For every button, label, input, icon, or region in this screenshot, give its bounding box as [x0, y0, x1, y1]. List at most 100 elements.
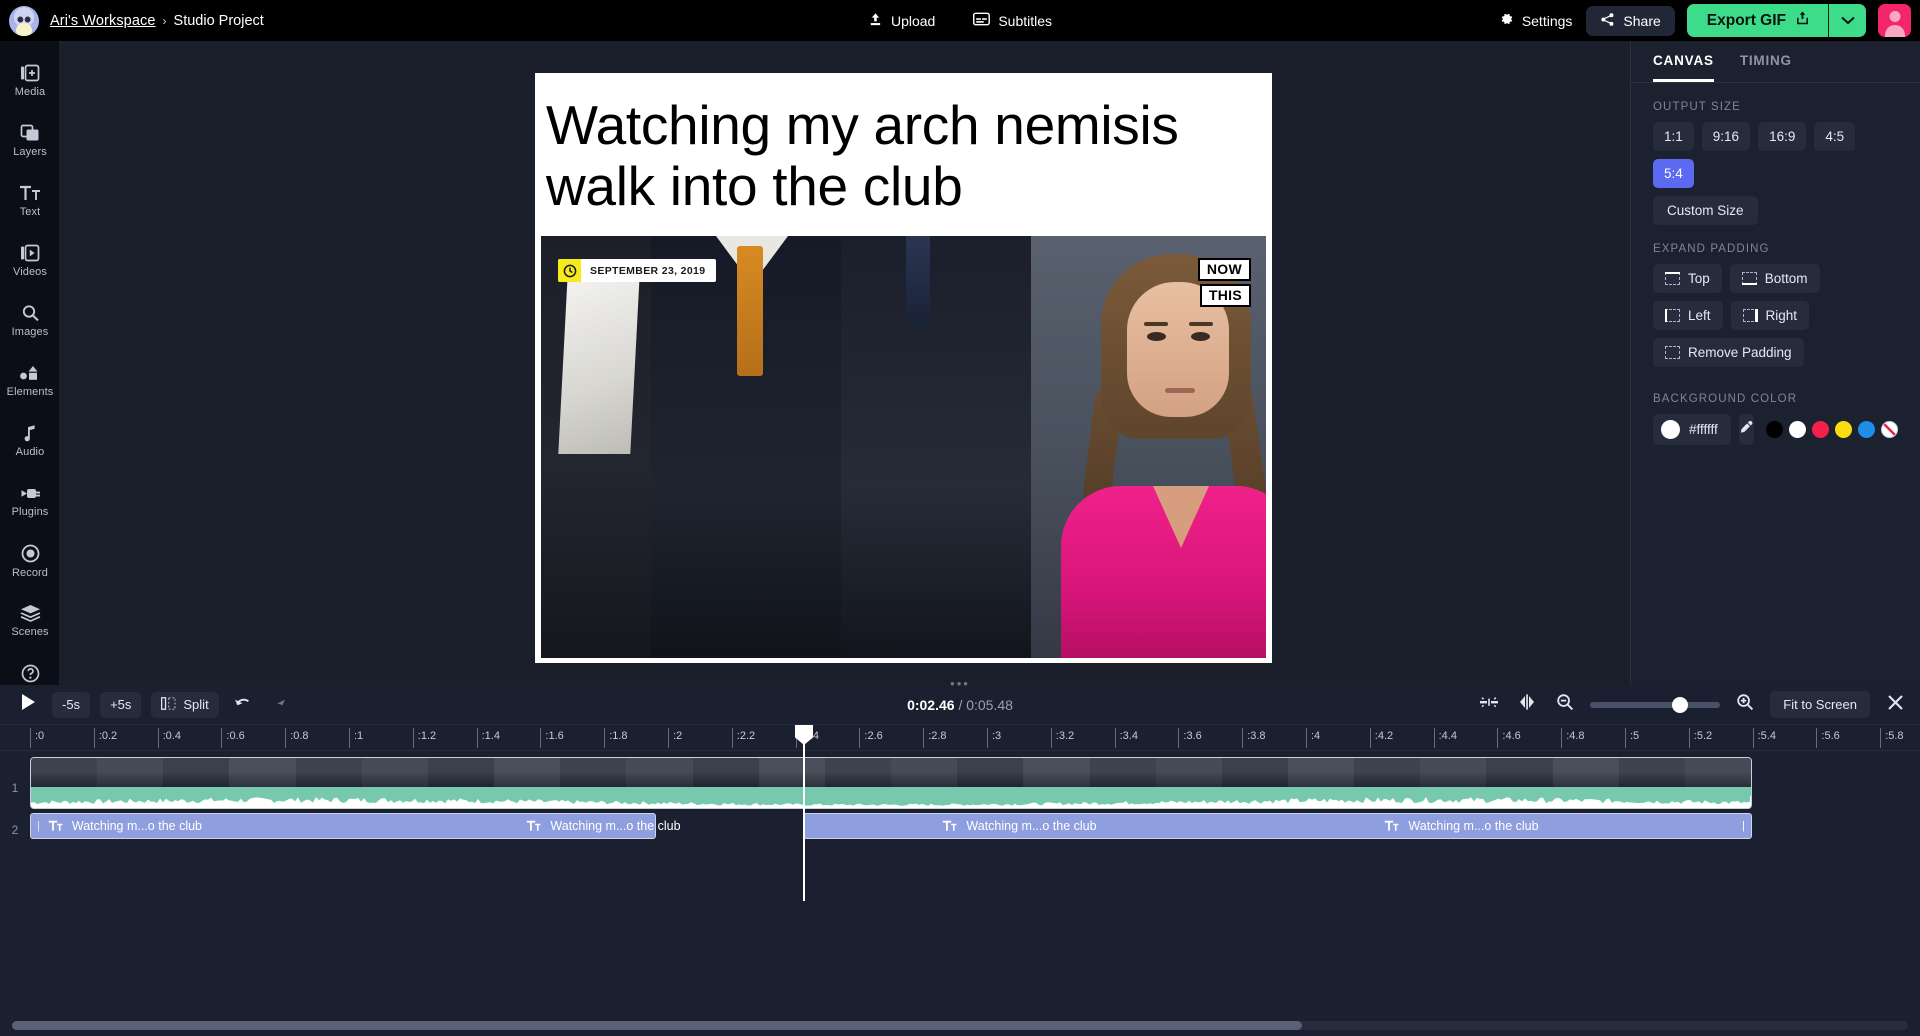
- ruler-tick: :1.2: [413, 728, 436, 748]
- eyedropper-button[interactable]: [1739, 414, 1754, 445]
- swatch-white[interactable]: [1789, 421, 1806, 438]
- redo-button[interactable]: [265, 692, 291, 718]
- redo-icon: [269, 695, 287, 714]
- padding-left-button[interactable]: Left: [1653, 301, 1723, 330]
- split-button[interactable]: Split: [151, 692, 218, 718]
- horizontal-scrollbar-thumb[interactable]: [12, 1021, 1302, 1030]
- ruler-tick: :0.2: [94, 728, 117, 748]
- timeline-drag-handle[interactable]: •••: [950, 676, 970, 691]
- text-type-icon-2: [523, 820, 550, 832]
- swatch-yellow[interactable]: [1835, 421, 1852, 438]
- sidebar-item-videos[interactable]: Videos: [0, 231, 60, 291]
- sidebar-item-images[interactable]: Images: [0, 291, 60, 351]
- playhead[interactable]: [803, 725, 805, 901]
- ratio-4-5-button[interactable]: 4:5: [1814, 122, 1855, 151]
- sidebar-item-audio[interactable]: Audio: [0, 411, 60, 471]
- back-5s-label: -5s: [62, 697, 80, 712]
- zoom-out-button[interactable]: [1552, 692, 1578, 718]
- undo-button[interactable]: [229, 692, 255, 718]
- canvas-video-frame[interactable]: SEPTEMBER 23, 2019 NOW THIS: [541, 236, 1266, 658]
- sidebar-label-audio: Audio: [16, 446, 45, 458]
- tab-timing[interactable]: TIMING: [1740, 53, 1792, 82]
- breadcrumb-separator-icon: ›: [163, 14, 167, 28]
- elements-icon: [19, 365, 41, 382]
- total-time: 0:05.48: [966, 697, 1013, 713]
- sidebar-item-text[interactable]: Text: [0, 171, 60, 231]
- tab-canvas[interactable]: CANVAS: [1653, 53, 1714, 82]
- ruler-tick: :5.8: [1880, 728, 1903, 748]
- custom-size-button[interactable]: Custom Size: [1653, 196, 1758, 225]
- ratio-9-16-button[interactable]: 9:16: [1702, 122, 1750, 151]
- forward-5s-button[interactable]: +5s: [100, 692, 141, 718]
- padding-row-3: Remove Padding: [1631, 338, 1920, 375]
- padding-right-label: Right: [1766, 308, 1798, 323]
- zoom-slider-thumb[interactable]: [1672, 697, 1688, 713]
- user-avatar[interactable]: [1878, 4, 1911, 37]
- zoom-in-button[interactable]: [1732, 692, 1758, 718]
- workspace-logo-avatar: [9, 6, 39, 36]
- clip-left-handle[interactable]: |: [31, 820, 45, 832]
- fit-to-screen-button[interactable]: Fit to Screen: [1770, 691, 1870, 718]
- padding-top-icon: [1665, 272, 1680, 285]
- close-timeline-button[interactable]: [1882, 692, 1908, 718]
- breadcrumb-project-name[interactable]: Studio Project: [174, 13, 264, 29]
- track-number-1: 1: [0, 781, 30, 795]
- back-5s-button[interactable]: -5s: [52, 692, 90, 718]
- sidebar-item-layers[interactable]: Layers: [0, 111, 60, 171]
- zoom-slider[interactable]: [1590, 702, 1720, 708]
- ratio-5-4-button[interactable]: 5:4: [1653, 159, 1694, 188]
- padding-top-button[interactable]: Top: [1653, 264, 1722, 293]
- video-subject-eye-left: [1147, 332, 1166, 341]
- output-size-section-label: OUTPUT SIZE: [1631, 83, 1920, 122]
- background-color-field[interactable]: #ffffff: [1653, 414, 1731, 445]
- padding-right-button[interactable]: Right: [1731, 301, 1810, 330]
- export-gif-label: Export GIF: [1707, 12, 1786, 30]
- timeline-ruler[interactable]: :0:0.2:0.4:0.6:0.8:1:1.2:1.4:1.6:1.8:2:2…: [0, 725, 1920, 751]
- mirror-button[interactable]: [1514, 692, 1540, 718]
- ruler-tick: :0.6: [221, 728, 244, 748]
- sidebar-item-plugins[interactable]: Plugins: [0, 471, 60, 531]
- canvas-meme-title[interactable]: Watching my arch nemisis walk into the c…: [546, 95, 1246, 217]
- snap-button[interactable]: [1476, 692, 1502, 718]
- sidebar-item-elements[interactable]: Elements: [0, 351, 60, 411]
- design-canvas[interactable]: Watching my arch nemisis walk into the c…: [535, 73, 1272, 663]
- ruler-tick: :0.4: [158, 728, 181, 748]
- share-button[interactable]: Share: [1586, 6, 1674, 36]
- video-clip-track-1[interactable]: [30, 757, 1752, 809]
- video-figure-right-tie: [906, 236, 930, 326]
- zoom-in-icon: [1736, 693, 1754, 716]
- breadcrumb-workspace-link[interactable]: Ari's Workspace: [50, 13, 156, 29]
- fit-to-screen-label: Fit to Screen: [1783, 697, 1857, 712]
- clip-right-handle[interactable]: |: [1742, 820, 1752, 832]
- swatch-black[interactable]: [1766, 421, 1783, 438]
- padding-right-icon: [1743, 309, 1758, 322]
- upload-button[interactable]: Upload: [864, 7, 939, 35]
- ruler-tick: :4.2: [1370, 728, 1393, 748]
- settings-button[interactable]: Settings: [1500, 12, 1573, 29]
- export-options-caret-button[interactable]: [1828, 4, 1866, 37]
- ratio-16-9-button[interactable]: 16:9: [1758, 122, 1806, 151]
- sidebar-item-media[interactable]: Media: [0, 51, 60, 111]
- ruler-tick: :2.6: [859, 728, 882, 748]
- ruler-tick: :5.4: [1753, 728, 1776, 748]
- time-divider: /: [958, 697, 962, 713]
- ratio-1-1-button[interactable]: 1:1: [1653, 122, 1694, 151]
- ruler-tick: :0.8: [285, 728, 308, 748]
- padding-bottom-button[interactable]: Bottom: [1730, 264, 1820, 293]
- text-clip-label-1: Watching m...o the club: [72, 819, 202, 833]
- text-clip-label-2: Watching m...o the club: [550, 819, 680, 833]
- ruler-tick: :3.2: [1051, 728, 1074, 748]
- play-button[interactable]: [14, 691, 42, 719]
- sidebar-item-scenes[interactable]: Scenes: [0, 591, 60, 651]
- ruler-tick: :1.6: [540, 728, 563, 748]
- sidebar-item-record[interactable]: Record: [0, 531, 60, 591]
- export-gif-button[interactable]: Export GIF: [1687, 4, 1828, 37]
- subtitles-button[interactable]: Subtitles: [969, 7, 1056, 34]
- play-icon: [20, 693, 36, 716]
- swatch-red[interactable]: [1812, 421, 1829, 438]
- output-size-ratio-group: 1:1 9:16 16:9 4:5 5:4: [1631, 122, 1920, 188]
- remove-padding-button[interactable]: Remove Padding: [1653, 338, 1804, 367]
- ruler-tick: :2.2: [732, 728, 755, 748]
- swatch-blue[interactable]: [1858, 421, 1875, 438]
- swatch-transparent[interactable]: [1881, 421, 1898, 438]
